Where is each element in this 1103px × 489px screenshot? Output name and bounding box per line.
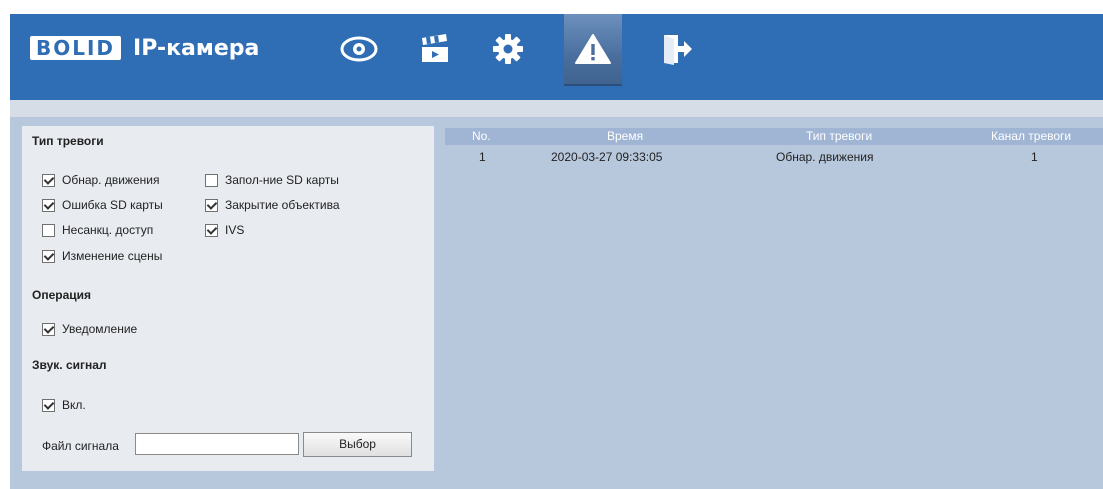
checkbox-scene-change[interactable]: Изменение сцены	[42, 249, 162, 263]
checkbox-motion-detection[interactable]: Обнар. движения	[42, 173, 159, 187]
cell-alarm-channel: 1	[1031, 150, 1038, 164]
checkbox-box[interactable]	[205, 173, 218, 187]
nav-settings[interactable]	[479, 24, 537, 74]
logo: BOLID IP-камера	[30, 35, 260, 61]
checkbox-box[interactable]	[42, 398, 55, 412]
checkbox-label: Обнар. движения	[62, 173, 160, 187]
sub-toolbar	[10, 100, 1103, 117]
checkbox-box[interactable]	[42, 249, 55, 263]
nav-logout[interactable]	[648, 24, 706, 74]
checkbox-label: IVS	[225, 223, 245, 237]
sound-file-input[interactable]	[135, 433, 299, 455]
checkbox-label: Закрытие объектива	[225, 198, 340, 212]
checkbox-box[interactable]	[205, 223, 218, 237]
checkbox-label: Изменение сцены	[62, 249, 163, 263]
column-header-alarm-type: Тип тревоги	[806, 129, 873, 143]
checkbox-label: Уведомление	[62, 322, 138, 336]
checkbox-label: Несанкц. доступ	[62, 223, 154, 237]
checkbox-box[interactable]	[42, 223, 55, 237]
select-file-button[interactable]: Выбор	[303, 432, 412, 457]
logo-mark: BOLID	[30, 36, 122, 60]
checkbox-box[interactable]	[42, 173, 55, 187]
column-header-alarm-channel: Канал тревоги	[991, 129, 1072, 143]
alarm-settings-panel: Тип тревоги Обнар. движения Запол-ние SD…	[22, 126, 434, 471]
checkbox-label: Вкл.	[62, 398, 86, 412]
top-bar: BOLID IP-камера	[10, 14, 1103, 100]
column-header-no: No.	[472, 129, 491, 143]
checkbox-sound-on[interactable]: Вкл.	[42, 398, 86, 412]
cell-no: 1	[479, 150, 486, 164]
gear-icon	[493, 34, 523, 64]
checkbox-sd-card-full[interactable]: Запол-ние SD карты	[205, 173, 339, 187]
nav-playback[interactable]	[406, 24, 464, 74]
checkbox-notification[interactable]: Уведомление	[42, 322, 137, 336]
clapperboard-icon	[422, 34, 448, 62]
app-title: IP-камера	[133, 35, 260, 61]
cell-alarm-type: Обнар. движения	[776, 150, 874, 164]
checkbox-ivs[interactable]: IVS	[205, 223, 244, 237]
checkbox-box[interactable]	[42, 198, 55, 212]
cell-time: 2020-03-27 09:33:05	[551, 150, 663, 164]
checkbox-box[interactable]	[205, 198, 218, 212]
warning-icon	[575, 34, 611, 64]
checkbox-label: Ошибка SD карты	[62, 198, 163, 212]
checkbox-box[interactable]	[42, 322, 55, 336]
column-header-time: Время	[607, 129, 644, 143]
alarm-type-title: Тип тревоги	[32, 134, 104, 148]
exit-icon	[664, 35, 692, 65]
nav-live-view[interactable]	[330, 24, 388, 74]
operation-title: Операция	[32, 288, 92, 302]
sound-file-label: Файл сигнала	[42, 439, 119, 453]
nav-alarm[interactable]	[564, 14, 622, 86]
eye-icon	[340, 36, 378, 62]
checkbox-label: Запол-ние SD карты	[225, 173, 339, 187]
sound-title: Звук. сигнал	[32, 358, 107, 372]
checkbox-unauthorized-access[interactable]: Несанкц. доступ	[42, 223, 153, 237]
checkbox-sd-card-error[interactable]: Ошибка SD карты	[42, 198, 163, 212]
alarm-table-header: No. Время Тип тревоги Канал тревоги	[445, 128, 1103, 145]
checkbox-lens-cover[interactable]: Закрытие объектива	[205, 198, 340, 212]
